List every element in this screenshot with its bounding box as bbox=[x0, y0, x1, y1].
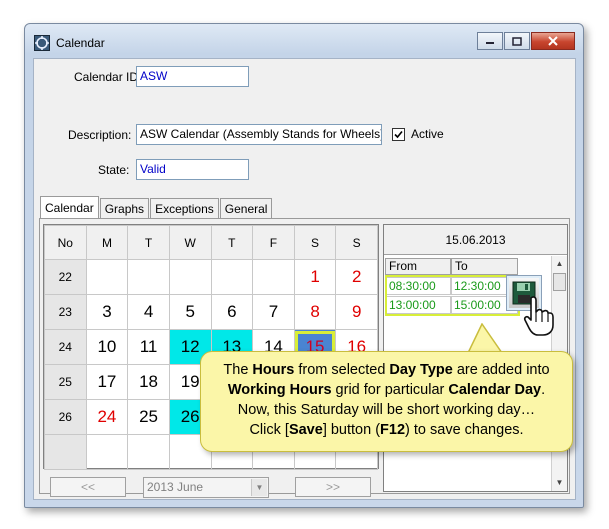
header-wed: W bbox=[168, 225, 212, 260]
week-row: 23 3 4 5 6 7 8 9 bbox=[44, 294, 378, 330]
day-cell[interactable]: 24 bbox=[85, 399, 129, 435]
callout-bold-text: Calendar Day bbox=[448, 382, 542, 398]
callout-line-1: The Hours from selected Day Type are add… bbox=[201, 360, 572, 380]
callout-text: Click [ bbox=[249, 422, 289, 438]
day-cell[interactable] bbox=[210, 259, 254, 295]
callout-text: grid for particular bbox=[331, 382, 449, 398]
calendar-app-icon bbox=[34, 35, 50, 51]
state-field[interactable]: Valid bbox=[136, 159, 249, 180]
day-cell[interactable]: 10 bbox=[85, 329, 129, 365]
callout-bold-text: Day Type bbox=[389, 362, 453, 378]
header-sat: S bbox=[293, 225, 337, 260]
tab-exceptions[interactable]: Exceptions bbox=[150, 198, 219, 218]
callout-bold-text: Hours bbox=[252, 362, 295, 378]
next-month-button[interactable]: >> bbox=[295, 477, 371, 497]
callout-bold-text: F12 bbox=[380, 422, 406, 438]
checkmark-icon bbox=[394, 130, 403, 139]
chevron-down-icon[interactable]: ▼ bbox=[251, 479, 267, 496]
day-cell[interactable] bbox=[127, 259, 170, 295]
callout-bold-text: Save bbox=[288, 422, 323, 438]
header-thu: T bbox=[210, 225, 254, 260]
header-week-no: No bbox=[44, 225, 87, 260]
callout-line-3: Now, this Saturday will be short working… bbox=[237, 402, 536, 418]
day-cell[interactable]: 5 bbox=[168, 294, 212, 330]
week-number: 23 bbox=[44, 294, 87, 330]
header-tue: T bbox=[127, 225, 170, 260]
maximize-icon bbox=[512, 36, 522, 46]
description-field[interactable]: ASW Calendar (Assembly Stands for Wheels… bbox=[136, 124, 382, 145]
state-label: State: bbox=[98, 163, 130, 177]
new-hours-highlight bbox=[385, 275, 520, 316]
callout-line-4: Click [Save] button (F12) to save change… bbox=[201, 420, 572, 440]
day-cell[interactable]: 11 bbox=[127, 329, 170, 365]
minimize-icon bbox=[486, 42, 494, 44]
day-cell[interactable]: 17 bbox=[85, 364, 129, 400]
week-row: 22 1 2 bbox=[44, 259, 378, 295]
tab-strip: Calendar Graphs Exceptions General bbox=[40, 196, 273, 218]
close-button[interactable] bbox=[531, 32, 575, 50]
hand-cursor-icon bbox=[523, 296, 554, 336]
tutorial-callout: The Hours from selected Day Type are add… bbox=[200, 351, 573, 452]
calendar-header-row: No M T W T F S S bbox=[44, 225, 378, 260]
maximize-button[interactable] bbox=[504, 32, 530, 50]
day-cell[interactable]: 6 bbox=[210, 294, 254, 330]
day-cell[interactable]: 7 bbox=[252, 294, 295, 330]
scroll-thumb[interactable] bbox=[553, 273, 566, 291]
callout-line-2: Working Hours grid for particular Calend… bbox=[201, 380, 572, 400]
active-label: Active bbox=[411, 127, 444, 141]
day-cell[interactable] bbox=[252, 259, 295, 295]
callout-text: ) to save changes. bbox=[405, 422, 524, 438]
week-number: 24 bbox=[44, 329, 87, 365]
header-mon: M bbox=[85, 225, 129, 260]
scroll-down-icon[interactable]: ▼ bbox=[552, 475, 567, 491]
day-cell[interactable] bbox=[85, 259, 129, 295]
header-fri: F bbox=[252, 225, 295, 260]
callout-text: . bbox=[541, 382, 546, 398]
col-from-header[interactable]: From bbox=[385, 258, 451, 275]
day-cell[interactable]: 18 bbox=[127, 364, 170, 400]
day-cell[interactable]: 3 bbox=[85, 294, 129, 330]
hours-date-header: 15.06.2013 bbox=[384, 225, 567, 255]
day-cell[interactable]: 8 bbox=[293, 294, 337, 330]
day-cell[interactable]: 2 bbox=[335, 259, 378, 295]
callout-text: are added into bbox=[452, 362, 550, 378]
tab-calendar[interactable]: Calendar bbox=[40, 196, 99, 218]
calendar-id-field[interactable]: ASW bbox=[136, 66, 249, 87]
month-select[interactable]: 2013 June ▼ bbox=[143, 477, 269, 498]
week-number: 26 bbox=[44, 399, 87, 435]
scroll-up-icon[interactable]: ▲ bbox=[552, 256, 567, 272]
week-number: 22 bbox=[44, 259, 87, 295]
calendar-id-label: Calendar ID: bbox=[74, 70, 142, 84]
tab-graphs[interactable]: Graphs bbox=[99, 198, 150, 218]
day-cell[interactable]: 1 bbox=[293, 259, 337, 295]
description-label: Description: bbox=[68, 128, 132, 142]
week-number bbox=[44, 434, 87, 470]
callout-text: from selected bbox=[294, 362, 390, 378]
tab-general[interactable]: General bbox=[219, 198, 273, 218]
col-to-header[interactable]: To bbox=[451, 258, 518, 275]
day-cell[interactable] bbox=[127, 434, 170, 470]
callout-text: ] button ( bbox=[322, 422, 381, 438]
callout-bold-text: Working Hours bbox=[227, 382, 332, 398]
close-icon bbox=[548, 36, 558, 46]
prev-month-button[interactable]: << bbox=[50, 477, 126, 497]
day-cell[interactable] bbox=[85, 434, 129, 470]
week-number: 25 bbox=[44, 364, 87, 400]
day-cell[interactable] bbox=[168, 259, 212, 295]
day-cell[interactable]: 25 bbox=[127, 399, 170, 435]
month-select-value: 2013 June bbox=[147, 480, 204, 494]
callout-text: The bbox=[223, 362, 253, 378]
day-cell[interactable]: 4 bbox=[127, 294, 170, 330]
minimize-button[interactable] bbox=[477, 32, 503, 50]
header-sun: S bbox=[335, 225, 378, 260]
window-title: Calendar bbox=[56, 36, 105, 50]
active-checkbox[interactable] bbox=[392, 128, 405, 141]
title-bar[interactable]: Calendar bbox=[25, 24, 583, 58]
day-cell[interactable]: 9 bbox=[335, 294, 378, 330]
